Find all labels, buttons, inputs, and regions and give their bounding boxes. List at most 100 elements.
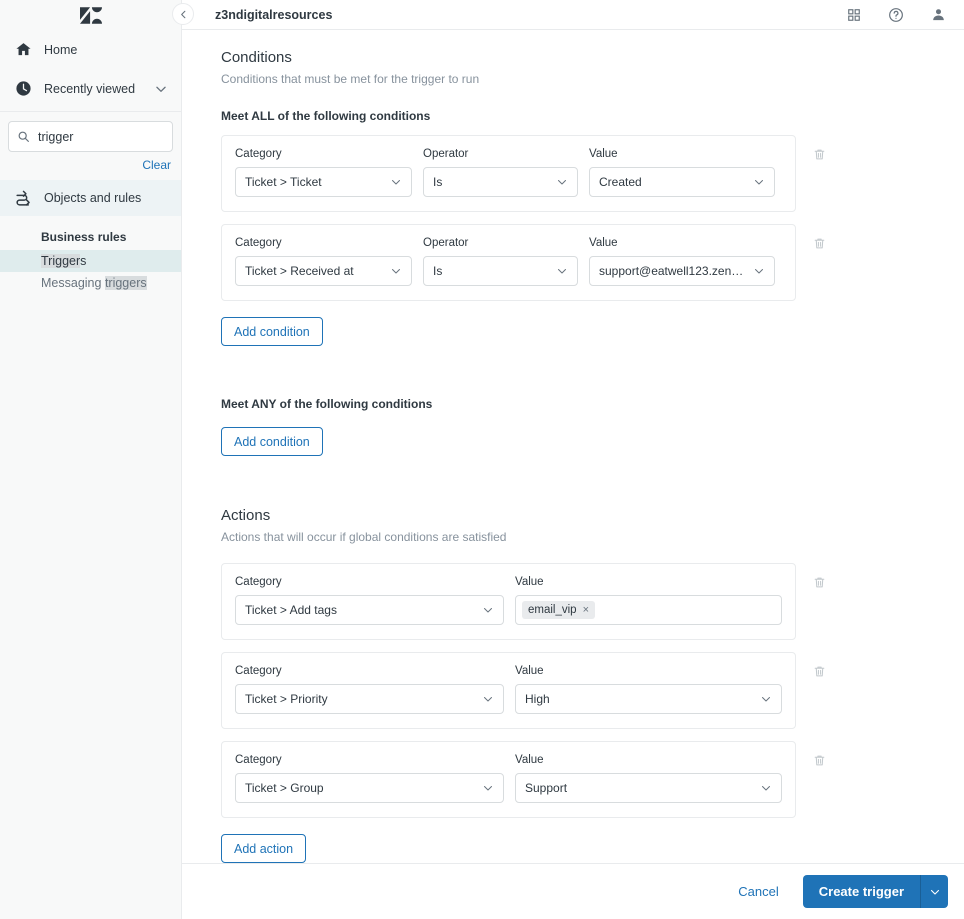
topbar: z3ndigitalresources <box>182 0 964 30</box>
sidebar-item-objects-and-rules[interactable]: Objects and rules <box>0 180 181 216</box>
chevron-down-icon <box>753 265 765 277</box>
condition-category-value: Ticket > Ticket <box>245 175 322 189</box>
condition-operator-value: Is <box>433 175 443 189</box>
sidebar-item-home-label: Home <box>44 42 78 57</box>
chevron-down-icon <box>760 782 772 794</box>
cancel-button[interactable]: Cancel <box>738 884 778 899</box>
action-value-field: Value High <box>515 665 782 714</box>
sidebar-item-recently-viewed[interactable]: Recently viewed <box>0 69 181 108</box>
action-value-select[interactable]: High <box>515 684 782 714</box>
action-card: Category Ticket > Add tags Value email_v… <box>221 563 796 640</box>
chevron-down-icon <box>482 693 494 705</box>
condition-operator-select[interactable]: Is <box>423 167 578 197</box>
field-label-category: Category <box>235 576 282 588</box>
field-label-value: Value <box>589 237 618 249</box>
action-value-value: Support <box>525 781 568 795</box>
search-input[interactable] <box>38 129 164 144</box>
zendesk-logo-icon[interactable] <box>79 6 102 24</box>
delete-action-button[interactable] <box>805 568 833 596</box>
condition-category-select[interactable]: Ticket > Ticket <box>235 167 412 197</box>
sidebar-item-triggers-match: Trigger <box>41 254 81 268</box>
add-action-button[interactable]: Add action <box>221 834 307 863</box>
add-condition-any-button[interactable]: Add condition <box>221 427 323 456</box>
condition-category-field: Category Ticket > Received at <box>235 237 412 286</box>
trash-icon <box>814 238 824 248</box>
clear-search-link[interactable]: Clear <box>142 158 171 172</box>
sidebar-item-triggers[interactable]: Triggers <box>0 250 181 272</box>
action-category-value: Ticket > Priority <box>245 692 328 706</box>
field-label-value: Value <box>589 148 618 160</box>
action-category-value: Ticket > Add tags <box>245 603 337 617</box>
form-scroll-area[interactable]: Conditions Conditions that must be met f… <box>182 30 964 864</box>
conditions-title: Conditions <box>221 49 292 66</box>
action-row: Category Ticket > Add tags Value email_v… <box>221 544 964 640</box>
add-condition-all-button[interactable]: Add condition <box>221 317 323 346</box>
field-label-category: Category <box>235 148 282 160</box>
actions-section: Actions Actions that will occur if globa… <box>182 456 964 863</box>
sidebar-search-wrap <box>0 112 181 152</box>
account-title: z3ndigitalresources <box>215 7 333 22</box>
remove-tag-icon[interactable]: × <box>583 604 589 616</box>
sidebar-collapse-button[interactable] <box>172 3 194 25</box>
chevron-down-icon <box>753 176 765 188</box>
delete-condition-button[interactable] <box>805 229 833 257</box>
sidebar-item-triggers-rest: s <box>80 254 87 268</box>
field-label-category: Category <box>235 237 282 249</box>
chevron-down-icon <box>154 82 168 96</box>
condition-value-select[interactable]: Created <box>589 167 775 197</box>
field-label-operator: Operator <box>423 148 469 160</box>
actions-subtitle: Actions that will occur if global condit… <box>221 530 507 544</box>
help-circle-icon[interactable] <box>888 7 904 23</box>
delete-action-button[interactable] <box>805 746 833 774</box>
search-box[interactable] <box>8 121 173 152</box>
condition-operator-select[interactable]: Is <box>423 256 578 286</box>
condition-operator-value: Is <box>433 264 443 278</box>
condition-value-value: Created <box>599 175 642 189</box>
user-avatar-icon[interactable] <box>930 7 946 23</box>
delete-condition-button[interactable] <box>805 140 833 168</box>
tag-chip-label: email_vip <box>528 604 577 616</box>
action-category-select[interactable]: Ticket > Group <box>235 773 504 803</box>
actions-title: Actions <box>221 507 271 524</box>
chevron-down-icon <box>930 889 939 895</box>
action-tags-input[interactable]: email_vip × <box>515 595 782 625</box>
chevron-down-icon <box>482 782 494 794</box>
action-row: Category Ticket > Priority Value High <box>221 640 964 729</box>
action-category-select[interactable]: Ticket > Add tags <box>235 595 504 625</box>
sidebar-item-messaging-triggers-match: triggers <box>104 276 147 290</box>
condition-category-select[interactable]: Ticket > Received at <box>235 256 412 286</box>
trash-icon <box>814 577 824 587</box>
zendesk-logo-row <box>0 0 181 30</box>
chevron-down-icon <box>556 176 568 188</box>
conditions-subtitle: Conditions that must be met for the trig… <box>221 72 480 86</box>
create-trigger-dropdown-button[interactable] <box>920 875 948 908</box>
sidebar-item-messaging-triggers[interactable]: Messaging triggers <box>0 272 181 294</box>
condition-value-value: support@eatwell123.zendes... <box>599 264 747 278</box>
condition-value-select[interactable]: support@eatwell123.zendes... <box>589 256 775 286</box>
action-row: Category Ticket > Group Value Support <box>221 729 964 818</box>
condition-value-field: Value support@eatwell123.zendes... <box>589 237 775 286</box>
action-value-value: High <box>525 692 550 706</box>
apps-grid-icon[interactable] <box>846 7 862 23</box>
chevron-down-icon <box>390 265 402 277</box>
sidebar-item-home[interactable]: Home <box>0 30 181 69</box>
condition-operator-field: Operator Is <box>423 148 578 197</box>
main-content: z3ndigitalresources Conditions Condition… <box>182 0 964 919</box>
home-icon <box>13 40 33 60</box>
trash-icon <box>814 755 824 765</box>
trash-icon <box>814 149 824 159</box>
search-clear-row: Clear <box>0 152 181 172</box>
action-value-select[interactable]: Support <box>515 773 782 803</box>
clock-icon <box>13 79 33 99</box>
field-label-category: Category <box>235 754 282 766</box>
field-label-value: Value <box>515 754 544 766</box>
field-label-value: Value <box>515 665 544 677</box>
topbar-icons <box>846 7 954 23</box>
action-category-select[interactable]: Ticket > Priority <box>235 684 504 714</box>
condition-value-field: Value Created <box>589 148 775 197</box>
tag-chip[interactable]: email_vip × <box>522 601 596 619</box>
delete-action-button[interactable] <box>805 657 833 685</box>
create-trigger-button[interactable]: Create trigger <box>802 875 920 908</box>
trash-icon <box>814 666 824 676</box>
action-category-field: Category Ticket > Group <box>235 754 504 803</box>
